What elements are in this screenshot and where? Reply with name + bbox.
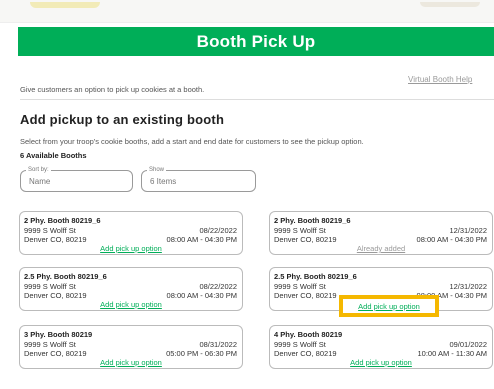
booth-date: 09/01/2022: [449, 340, 487, 349]
show-value: 6 Items: [150, 177, 177, 186]
booth-time: 05:00 PM - 06:30 PM: [166, 349, 237, 358]
booth-address: 9999 S Wolff St: [24, 282, 76, 291]
decorative-image-fragment: [420, 2, 480, 7]
booth-card: 2.5 Phy. Booth 80219_6 9999 S Wolff St D…: [19, 267, 243, 311]
booth-card: 2 Phy. Booth 80219_6 9999 S Wolff St Den…: [269, 211, 493, 255]
add-pick-up-option-link[interactable]: Add pick up option: [270, 358, 492, 367]
booth-address: 9999 S Wolff St: [274, 340, 326, 349]
booth-address: 9999 S Wolff St: [274, 282, 326, 291]
already-added-link: Already added: [356, 244, 406, 253]
booth-city: Denver CO, 80219: [24, 349, 87, 358]
booth-time: 10:00 AM - 11:30 AM: [417, 349, 488, 358]
add-pick-up-option-link[interactable]: Add pick up option: [20, 300, 242, 309]
section-instructions: Select from your troop's cookie booths, …: [20, 137, 364, 146]
booth-city: Denver CO, 80219: [274, 235, 337, 244]
booth-city: Denver CO, 80219: [274, 349, 337, 358]
booth-date: 12/31/2022: [449, 282, 487, 291]
booth-city: Denver CO, 80219: [274, 291, 337, 300]
sort-by-label: Sort by:: [26, 166, 51, 174]
booth-card: 4 Phy. Booth 80219 9999 S Wolff St Denve…: [269, 325, 493, 369]
show-label: Show: [147, 166, 167, 174]
booth-time: 08:00 AM - 04:30 PM: [416, 235, 487, 244]
booth-card: 3 Phy. Booth 80219 9999 S Wolff St Denve…: [19, 325, 243, 369]
booth-address: 9999 S Wolff St: [274, 226, 326, 235]
booth-city: Denver CO, 80219: [24, 235, 87, 244]
booth-time: 08:00 AM - 04:30 PM: [166, 291, 237, 300]
booth-date: 08/31/2022: [199, 340, 237, 349]
booth-date: 08/22/2022: [199, 226, 237, 235]
section-divider: [20, 99, 494, 100]
add-pick-up-option-link[interactable]: Add pick up option: [20, 358, 242, 367]
booth-address: 9999 S Wolff St: [24, 226, 76, 235]
virtual-booth-help-link[interactable]: Virtual Booth Help: [408, 75, 472, 84]
add-pick-up-option-link[interactable]: Add pick up option: [20, 244, 242, 253]
booth-name: 3 Phy. Booth 80219: [24, 330, 93, 339]
booth-date: 08/22/2022: [199, 282, 237, 291]
intro-text: Give customers an option to pick up cook…: [20, 85, 205, 94]
add-pick-up-option-link-highlighted[interactable]: Add pick up option: [343, 302, 435, 311]
booth-address: 9999 S Wolff St: [24, 340, 76, 349]
sort-by-select[interactable]: Sort by: Name: [20, 166, 133, 192]
decorative-image-fragment: [30, 2, 100, 8]
booth-name: 2 Phy. Booth 80219_6: [24, 216, 101, 225]
booth-name: 2.5 Phy. Booth 80219_6: [274, 272, 357, 281]
booth-city: Denver CO, 80219: [24, 291, 87, 300]
page-title: Booth Pick Up: [196, 31, 316, 51]
sort-by-value: Name: [29, 177, 51, 186]
booth-time: 08:00 AM - 04:30 PM: [166, 235, 237, 244]
header-image-strip: [0, 0, 494, 23]
page-banner: Booth Pick Up: [18, 27, 494, 56]
show-items-select[interactable]: Show 6 Items: [141, 166, 256, 192]
section-title: Add pickup to an existing booth: [20, 112, 225, 127]
booth-name: 4 Phy. Booth 80219: [274, 330, 343, 339]
booth-card: 2 Phy. Booth 80219_6 9999 S Wolff St Den…: [19, 211, 243, 255]
booth-name: 2 Phy. Booth 80219_6: [274, 216, 351, 225]
booth-date: 12/31/2022: [449, 226, 487, 235]
available-booths-count: 6 Available Booths: [20, 151, 87, 160]
booth-name: 2.5 Phy. Booth 80219_6: [24, 272, 107, 281]
